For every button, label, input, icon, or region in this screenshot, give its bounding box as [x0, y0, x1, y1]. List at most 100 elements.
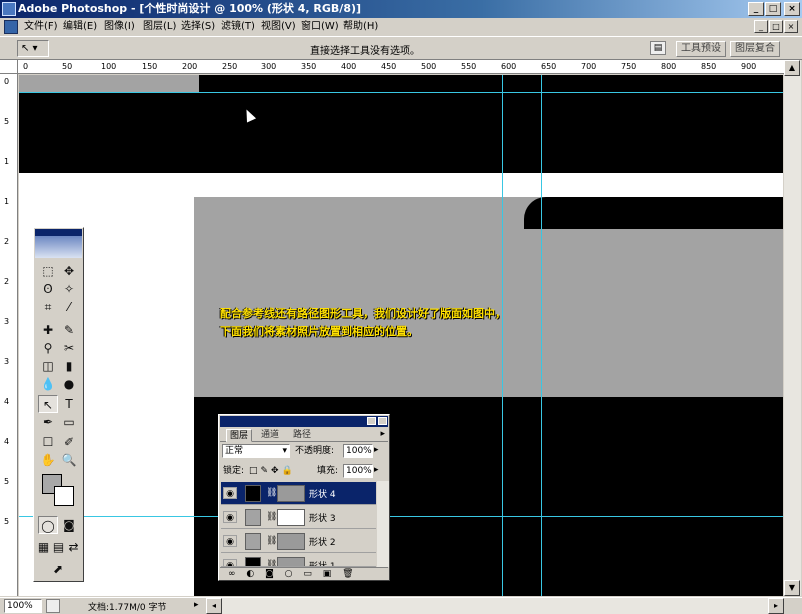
visibility-eye-icon[interactable]: ◉ — [223, 487, 237, 499]
palette-well-icon[interactable]: ▤ — [650, 41, 666, 55]
lock-icons[interactable]: □✎✥🔒 — [249, 464, 296, 478]
history-brush-tool-icon[interactable]: ✂ — [59, 339, 79, 357]
standard-mode-icon[interactable]: ◯ — [38, 516, 58, 534]
slice-tool-icon[interactable]: ⁄ — [59, 298, 79, 316]
notes-tool-icon[interactable]: ☐ — [38, 433, 58, 451]
vector-mask-thumbnail[interactable] — [277, 557, 305, 566]
hand-tool-icon[interactable]: ✋ — [38, 451, 58, 469]
layer-name[interactable]: 形状 1 — [309, 559, 336, 566]
crop-tool-icon[interactable]: ⌗ — [38, 298, 58, 316]
guide-line[interactable] — [19, 92, 783, 93]
visibility-eye-icon[interactable]: ◉ — [223, 559, 237, 566]
scroll-right-button[interactable]: ▸ — [768, 598, 784, 614]
layer-action-icons[interactable]: ∞ ◐ ◙ ○ ▭ ▣ 🗑 — [220, 569, 358, 579]
zoom-level-input[interactable]: 100% — [4, 599, 42, 613]
vertical-scrollbar[interactable]: ▲ ▼ — [784, 60, 801, 596]
vector-mask-thumbnail[interactable] — [277, 509, 305, 526]
menu-image[interactable]: 图像(I) — [104, 20, 135, 34]
link-icon[interactable]: ⛓ — [266, 560, 277, 566]
toolbox-title-bar[interactable] — [35, 229, 82, 236]
doc-close-button[interactable]: × — [784, 20, 798, 33]
visibility-eye-icon[interactable]: ◉ — [223, 535, 237, 547]
direct-selection-tool-icon[interactable]: ↖ — [38, 395, 58, 413]
menu-layer[interactable]: 图层(L) — [143, 20, 176, 34]
link-icon[interactable]: ⛓ — [266, 536, 277, 546]
link-icon[interactable]: ⛓ — [266, 488, 277, 498]
screen-mode-standard-icon[interactable]: ▦ — [36, 538, 51, 556]
layer-row[interactable]: ◉ ⛓ 形状 4 — [221, 482, 376, 505]
fill-input[interactable]: 100% — [343, 464, 373, 478]
menu-window[interactable]: 窗口(W) — [301, 20, 339, 34]
minimize-button[interactable]: _ — [748, 2, 764, 16]
dodge-tool-icon[interactable]: ● — [59, 375, 79, 393]
status-menu-arrow[interactable]: ▸ — [194, 600, 199, 610]
document-canvas[interactable]: 配合参考线还有路径图形工具，我们设计好了版面如图中， 下面我们将素材照片放置到相… — [19, 75, 783, 596]
menu-file[interactable]: 文件(F) — [24, 20, 58, 34]
marquee-tool-icon[interactable]: ⬚ — [38, 262, 58, 280]
tab-paths[interactable]: 路径 — [290, 429, 314, 442]
quick-mask-mode-icon[interactable]: ◙ — [59, 516, 79, 534]
link-icon[interactable]: ⛓ — [266, 512, 277, 522]
layer-name[interactable]: 形状 3 — [309, 511, 336, 524]
pen-tool-icon[interactable]: ✒ — [38, 413, 58, 431]
blend-mode-select[interactable]: 正常 ▾ — [222, 444, 290, 458]
scroll-down-button[interactable]: ▼ — [784, 580, 800, 596]
layers-panel-title-bar[interactable] — [220, 416, 388, 427]
menu-view[interactable]: 视图(V) — [261, 20, 296, 34]
horizontal-scrollbar[interactable]: ◂ ▸ — [206, 598, 784, 614]
move-tool-icon[interactable]: ✥ — [59, 262, 79, 280]
layer-row[interactable]: ◉ ⛓ 形状 2 — [221, 530, 376, 553]
tab-layers[interactable]: 图层 — [226, 429, 253, 442]
blur-tool-icon[interactable]: 💧 — [38, 375, 58, 393]
scroll-left-button[interactable]: ◂ — [206, 598, 222, 614]
rectangle-tool-icon[interactable]: ▭ — [59, 413, 79, 431]
guide-line[interactable] — [19, 516, 783, 517]
guide-line[interactable] — [541, 75, 542, 596]
screen-mode-full-icon[interactable]: ⇄ — [66, 538, 81, 556]
layer-row[interactable]: ◉ ⛓ 形状 1 — [221, 554, 376, 567]
jump-to-imageready-icon[interactable]: ⬈ — [48, 560, 68, 578]
menu-help[interactable]: 帮助(H) — [343, 20, 378, 34]
scroll-up-button[interactable]: ▲ — [784, 60, 800, 76]
tab-tool-presets[interactable]: 工具预设 — [676, 41, 726, 57]
magic-wand-tool-icon[interactable]: ✧ — [59, 280, 79, 298]
tab-channels[interactable]: 通道 — [258, 429, 282, 442]
panel-menu-icon[interactable]: ▸ — [380, 429, 385, 439]
document-icon[interactable] — [4, 20, 18, 34]
screen-mode-full-menu-icon[interactable]: ▤ — [51, 538, 66, 556]
tab-layer-comps[interactable]: 图层复合 — [730, 41, 780, 57]
photoshop-app-icon[interactable] — [2, 2, 16, 16]
fill-slider-icon[interactable]: ▸ — [374, 465, 379, 475]
visibility-eye-icon[interactable]: ◉ — [223, 511, 237, 523]
eyedropper-tool-icon[interactable]: ✐ — [59, 433, 79, 451]
eraser-tool-icon[interactable]: ◫ — [38, 357, 58, 375]
doc-minimize-button[interactable]: _ — [754, 20, 768, 33]
vector-mask-thumbnail[interactable] — [277, 485, 305, 502]
background-color-swatch[interactable] — [54, 486, 74, 506]
close-button[interactable]: × — [784, 2, 800, 16]
layer-name[interactable]: 形状 2 — [309, 535, 336, 548]
opacity-input[interactable]: 100% — [343, 444, 373, 458]
maximize-button[interactable]: □ — [765, 2, 781, 16]
healing-brush-tool-icon[interactable]: ✚ — [38, 321, 58, 339]
menu-filter[interactable]: 滤镜(T) — [221, 20, 255, 34]
vector-mask-thumbnail[interactable] — [277, 533, 305, 550]
type-tool-icon[interactable]: T — [59, 395, 79, 413]
tool-preset-picker[interactable]: ↖ ▾ — [17, 40, 49, 57]
status-icon[interactable] — [46, 599, 60, 613]
brush-tool-icon[interactable]: ✎ — [59, 321, 79, 339]
vertical-ruler[interactable]: 0 5 1 1 2 2 3 3 4 4 5 5 — [0, 74, 18, 596]
clone-stamp-tool-icon[interactable]: ⚲ — [38, 339, 58, 357]
menu-select[interactable]: 选择(S) — [181, 20, 215, 34]
gradient-tool-icon[interactable]: ▮ — [59, 357, 79, 375]
ruler-origin[interactable] — [0, 60, 18, 74]
doc-restore-button[interactable]: □ — [769, 20, 783, 33]
horizontal-ruler[interactable]: 0 50 100 150 200 250 300 350 400 450 500… — [18, 60, 784, 74]
panel-close-icon[interactable] — [378, 417, 387, 425]
layer-name[interactable]: 形状 4 — [309, 487, 336, 500]
photoshop-logo[interactable] — [35, 236, 82, 258]
panel-minimize-icon[interactable] — [367, 417, 376, 425]
menu-edit[interactable]: 编辑(E) — [63, 20, 97, 34]
lasso-tool-icon[interactable]: ʘ — [38, 280, 58, 298]
layer-row[interactable]: ◉ ⛓ 形状 3 — [221, 506, 376, 529]
